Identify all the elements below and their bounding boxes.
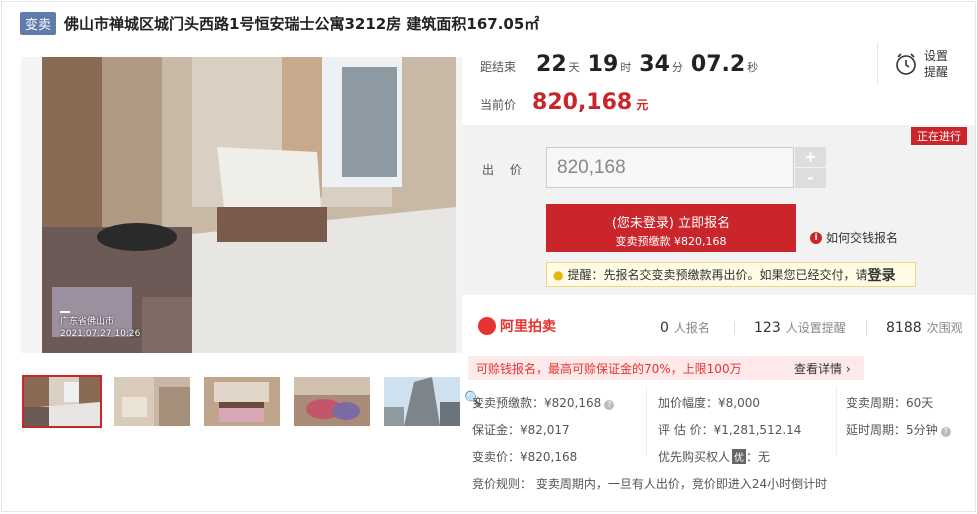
bid-increase-button[interactable]: + [795, 147, 826, 167]
countdown-seconds: 07.2 [690, 52, 746, 77]
set-reminder-label: 设置提醒 [924, 49, 949, 79]
current-price-value: 820,168 [532, 90, 633, 115]
ali-auction-logo: 阿里拍卖 [478, 316, 556, 336]
deposit-pre-text: 变卖预缴款：¥820,168 [472, 396, 602, 410]
thumbnail-1[interactable] [22, 375, 102, 428]
sale-type-tag: 变卖 [20, 11, 57, 35]
title-row: 变卖 佛山市禅城区城门头西路1号恒安瑞士公寓3212房 建筑面积167.05㎡ [20, 11, 540, 35]
logo-icon [478, 317, 496, 335]
reminder-number: 123 [754, 320, 781, 336]
thumbnail-5[interactable] [382, 375, 462, 428]
bid-label: 出 价 [482, 163, 528, 177]
bid-decrease-button[interactable]: - [795, 168, 826, 188]
set-reminder-button[interactable]: 设置提醒 [894, 48, 954, 80]
photo-timestamp-text: 2021.07.27 10:26 [60, 329, 141, 339]
reminder-count-label: 人设置提醒 [785, 321, 846, 335]
bidding-rule: 竞价规则： 变卖周期内，一旦有人出价，竞价即进入24小时倒计时 [472, 477, 828, 491]
bid-amount-input[interactable]: 820,168 [546, 147, 794, 188]
divider [877, 42, 878, 84]
days-unit: 天 [568, 61, 580, 74]
current-price: 当前价 820,168 元 [480, 90, 648, 115]
priority-badge: 优 [732, 449, 747, 464]
login-link[interactable]: 登录 [868, 265, 896, 285]
tip-text: 提醒：先报名交变卖预缴款再出价。如果您已经交付，请 [567, 268, 868, 282]
bid-panel: 正在进行 出 价 820,168 + - (您未登录) 立即报名 变卖预缴款 ¥… [462, 125, 975, 295]
help-icon[interactable]: ? [604, 400, 615, 410]
minutes-unit: 分 [671, 61, 683, 74]
current-price-unit: 元 [636, 98, 649, 112]
thumbnail-3[interactable] [202, 375, 282, 428]
lightbulb-icon: ● [553, 267, 564, 282]
divider [866, 321, 867, 335]
hours-unit: 时 [620, 61, 632, 74]
promo-message: 可赊钱报名，最高可赊保证金的70%，上限100万 [476, 361, 742, 376]
countdown-hours: 19 [587, 52, 619, 77]
alarm-clock-icon [896, 53, 916, 75]
priority-buyer-item: 优先购买权人优：无 [658, 448, 770, 465]
delay-item: 延时周期：5分钟? [846, 421, 951, 438]
increment-item: 加价幅度：¥8,000 [658, 396, 760, 410]
delay-text: 延时周期：5分钟 [846, 423, 938, 437]
credit-promo-banner: 可赊钱报名，最高可赊保证金的70%，上限100万 查看详情 › [468, 356, 864, 380]
view-details-link[interactable]: 查看详情 › [794, 360, 851, 377]
view-count: 8188 次围观 [886, 319, 963, 336]
thumbnail-2[interactable] [112, 375, 192, 428]
countdown: 距结束 22 天 19 时 34 分 07.2 秒 [480, 52, 764, 77]
deposit-pre-item: 变卖预缴款：¥820,168? [472, 394, 615, 411]
countdown-minutes: 34 [639, 52, 670, 77]
photo-location-text: 广东省佛山市 [60, 317, 115, 327]
period-item: 变卖周期：60天 [846, 396, 934, 410]
auction-summary: 距结束 22 天 19 时 34 分 07.2 秒 当前价 820,168 元 … [462, 42, 975, 124]
divider [836, 386, 837, 456]
countdown-days: 22 [536, 52, 567, 77]
how-to-pay-link[interactable]: i 如何交钱报名 [810, 229, 898, 246]
stats-bar: 阿里拍卖 0 人报名 123 人设置提醒 8188 次围观 [462, 305, 975, 349]
priority-buyer-value: ：无 [746, 450, 771, 464]
thumbnail-4[interactable] [292, 375, 372, 428]
status-badge: 正在进行 [911, 127, 967, 145]
main-photo-area: 广东省佛山市 2021.07.27 10:26 🔍 [21, 57, 482, 407]
divider [734, 321, 735, 335]
current-price-label: 当前价 [480, 98, 517, 112]
register-button[interactable]: (您未登录) 立即报名 变卖预缴款 ¥820,168 [546, 204, 796, 252]
seconds-unit: 秒 [747, 61, 759, 74]
view-label: 次围观 [926, 321, 963, 335]
signup-count: 0 人报名 [660, 319, 710, 336]
tip-banner: ● 提醒：先报名交变卖预缴款再出价。如果您已经交付，请 登录 [546, 262, 916, 287]
info-icon: i [810, 231, 822, 244]
signup-number: 0 [660, 320, 669, 336]
divider [646, 386, 647, 456]
view-number: 8188 [886, 320, 922, 336]
register-deposit-label: 变卖预缴款 ¥820,168 [615, 235, 727, 248]
page-title: 佛山市禅城区城门头西路1号恒安瑞士公寓3212房 建筑面积167.05㎡ [64, 14, 540, 33]
thumbnail-strip [22, 375, 472, 428]
how-to-pay-label: 如何交钱报名 [826, 231, 899, 245]
reminder-count: 123 人设置提醒 [754, 319, 846, 336]
signup-label: 人报名 [673, 321, 710, 335]
sale-price-item: 变卖价：¥820,168 [472, 450, 578, 464]
appraisal-item: 评 估 价：¥1,281,512.14 [658, 423, 802, 437]
help-icon[interactable]: ? [940, 427, 951, 437]
main-photo[interactable]: 广东省佛山市 2021.07.27 10:26 [42, 57, 456, 353]
logo-text: 阿里拍卖 [500, 319, 556, 335]
margin-item: 保证金：¥82,017 [472, 423, 570, 437]
register-button-label: (您未登录) 立即报名 [611, 216, 731, 231]
countdown-label: 距结束 [480, 60, 517, 74]
priority-buyer-label: 优先购买权人 [658, 450, 731, 464]
